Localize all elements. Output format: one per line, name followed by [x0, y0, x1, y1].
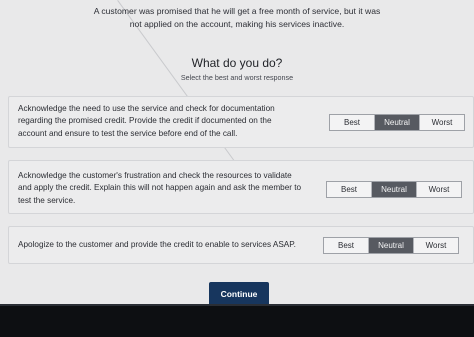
- best-button[interactable]: Best: [324, 238, 369, 253]
- option-text-line: test the service.: [18, 195, 76, 205]
- instruction-text: Select the best and worst response: [180, 73, 294, 82]
- worst-button[interactable]: Worst: [417, 182, 461, 197]
- option-text: Acknowledge the need to use the service …: [18, 103, 308, 140]
- option-text-line: and apply the credit. Explain this will …: [18, 183, 302, 193]
- option-text: Acknowledge the customer's frustration a…: [18, 170, 318, 207]
- scenario-line: not applied on the account, making his s…: [129, 18, 345, 29]
- best-button[interactable]: Best: [330, 115, 375, 130]
- response-option-1: Acknowledge the need to use the service …: [8, 96, 474, 148]
- neutral-button[interactable]: Neutral: [375, 115, 420, 130]
- option-text-line: Acknowledge the need to use the service …: [18, 104, 275, 113]
- worst-button[interactable]: Worst: [414, 238, 458, 253]
- scenario-line: A customer was promised that he will get…: [93, 6, 381, 16]
- option-text-line: account and ensure to test the service b…: [18, 128, 238, 138]
- question-heading: What do you do?: [191, 56, 283, 70]
- option-text-line: Acknowledge the customer's frustration a…: [18, 171, 292, 180]
- worst-button[interactable]: Worst: [420, 115, 464, 130]
- response-option-2: Acknowledge the customer's frustration a…: [8, 160, 474, 214]
- neutral-button[interactable]: Neutral: [372, 182, 417, 197]
- taskbar: [0, 304, 474, 337]
- taskbar-edge: [0, 304, 474, 306]
- scenario-text: A customer was promised that he will get…: [0, 5, 474, 30]
- best-button[interactable]: Best: [327, 182, 372, 197]
- option-text-line: Apologize to the customer and provide th…: [18, 240, 296, 249]
- rating-choice-group: Best Neutral Worst: [323, 237, 459, 254]
- option-text: Apologize to the customer and provide th…: [18, 239, 318, 251]
- response-option-3: Apologize to the customer and provide th…: [8, 226, 474, 264]
- neutral-button[interactable]: Neutral: [369, 238, 414, 253]
- rating-choice-group: Best Neutral Worst: [326, 181, 462, 198]
- option-text-line: regarding the promised credit. Provide t…: [18, 116, 272, 126]
- rating-choice-group: Best Neutral Worst: [329, 114, 465, 131]
- continue-button[interactable]: Continue: [209, 282, 269, 304]
